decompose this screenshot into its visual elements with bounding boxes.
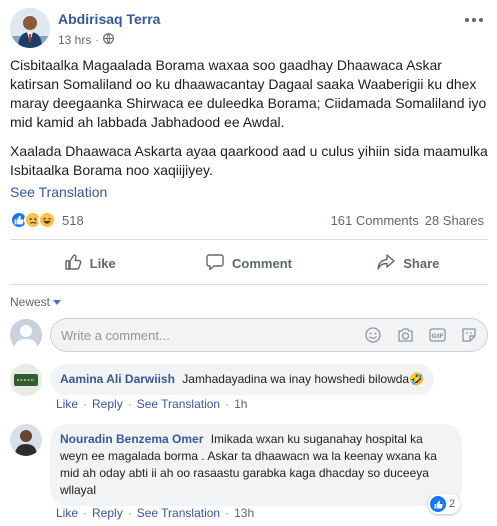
- shares-count-link[interactable]: 28 Shares: [425, 213, 484, 228]
- comment-see-translation-link[interactable]: See Translation: [137, 397, 220, 411]
- comment-actions: Like · Reply · See Translation · 1h: [56, 397, 247, 411]
- see-translation-link[interactable]: See Translation: [10, 184, 107, 200]
- meta-separator: ·: [95, 34, 99, 46]
- current-user-avatar: [10, 319, 42, 351]
- comment-button[interactable]: Comment: [169, 246, 328, 280]
- post-stats: 518 161 Comments 28 Shares: [10, 210, 488, 232]
- comment-text: Jamhadayadina wa inay howshedi bilowda🤣: [182, 372, 425, 386]
- more-options-button[interactable]: [462, 12, 486, 28]
- comment-item: Nouradin Benzema Omer Imikada wxan ku su…: [10, 424, 488, 524]
- comment-bubble: Aamina Ali Darwiish Jamhadayadina wa ina…: [50, 364, 435, 395]
- gif-icon[interactable]: GIF: [428, 326, 446, 344]
- thumbs-up-icon: [64, 253, 82, 274]
- separator: ·: [225, 397, 230, 411]
- reaction-count: 518: [62, 212, 84, 228]
- more-dot: [479, 18, 483, 22]
- separator: ·: [83, 506, 88, 520]
- comment-like-link[interactable]: Like: [56, 397, 78, 411]
- commenter-avatar[interactable]: [10, 364, 42, 396]
- share-button-label: Share: [403, 255, 440, 271]
- comment-bubble-icon: [206, 253, 224, 274]
- haha-icon: [38, 211, 56, 229]
- comment-button-label: Comment: [232, 255, 292, 271]
- comment-reply-link[interactable]: Reply: [92, 397, 123, 411]
- author-avatar[interactable]: [10, 8, 50, 48]
- comment-reaction-summary[interactable]: 2: [428, 494, 461, 514]
- sort-label: Newest: [10, 295, 51, 309]
- more-dot: [465, 18, 469, 22]
- comments-count-link[interactable]: 161 Comments: [331, 213, 419, 228]
- comment-like-link[interactable]: Like: [56, 506, 78, 520]
- comment-reaction-count: 2: [449, 498, 456, 510]
- share-button[interactable]: Share: [329, 246, 488, 280]
- camera-icon[interactable]: [396, 326, 414, 344]
- separator: ·: [127, 397, 132, 411]
- commenter-name[interactable]: Aamina Ali Darwiish: [60, 372, 175, 386]
- sticker-icon[interactable]: [460, 326, 478, 344]
- comment-item: Aamina Ali Darwiish Jamhadayadina wa ina…: [10, 364, 488, 414]
- emoji-icon[interactable]: [364, 326, 382, 344]
- share-arrow-icon: [377, 253, 395, 274]
- svg-text:GIF: GIF: [431, 332, 443, 340]
- commenter-avatar[interactable]: [10, 424, 42, 456]
- post-paragraph: Cisbitaalka Magaalada Borama waxaa soo g…: [10, 57, 487, 130]
- comment-time[interactable]: 13h: [234, 506, 254, 520]
- divider: [10, 284, 488, 285]
- post-author-name[interactable]: Abdirisaq Terra: [58, 11, 160, 27]
- like-icon: [430, 496, 446, 512]
- post-body: Cisbitaalka Magaalada Borama waxaa soo g…: [10, 56, 488, 190]
- post-header: Abdirisaq Terra 13 hrs ·: [10, 8, 490, 48]
- comment-composer: GIF: [10, 318, 488, 352]
- comment-bubble: Nouradin Benzema Omer Imikada wxan ku su…: [50, 424, 462, 506]
- post-paragraph: Xaalada Dhaawaca Askarta ayaa qaarkood a…: [10, 143, 488, 178]
- like-button-label: Like: [89, 255, 116, 271]
- separator: ·: [83, 397, 88, 411]
- comment-reply-link[interactable]: Reply: [92, 506, 123, 520]
- reaction-summary[interactable]: 518: [10, 211, 84, 229]
- comment-time[interactable]: 1h: [234, 397, 247, 411]
- composer-icons: GIF: [364, 326, 478, 344]
- post-meta: 13 hrs ·: [58, 33, 114, 47]
- commenter-name[interactable]: Nouradin Benzema Omer: [60, 432, 203, 446]
- more-dot: [472, 18, 476, 22]
- post-actions: Like Comment Share: [10, 246, 488, 280]
- comment-actions: Like · Reply · See Translation · 13h: [56, 506, 254, 520]
- comment-sort-dropdown[interactable]: Newest: [10, 295, 62, 309]
- globe-icon[interactable]: [102, 33, 114, 47]
- separator: ·: [225, 506, 230, 520]
- caret-down-icon: [53, 299, 62, 305]
- post-time[interactable]: 13 hrs: [58, 33, 91, 47]
- engagement-counts: 161 Comments 28 Shares: [331, 213, 484, 228]
- separator: ·: [127, 506, 132, 520]
- comment-see-translation-link[interactable]: See Translation: [137, 506, 220, 520]
- divider: [10, 239, 488, 240]
- like-button[interactable]: Like: [10, 246, 169, 280]
